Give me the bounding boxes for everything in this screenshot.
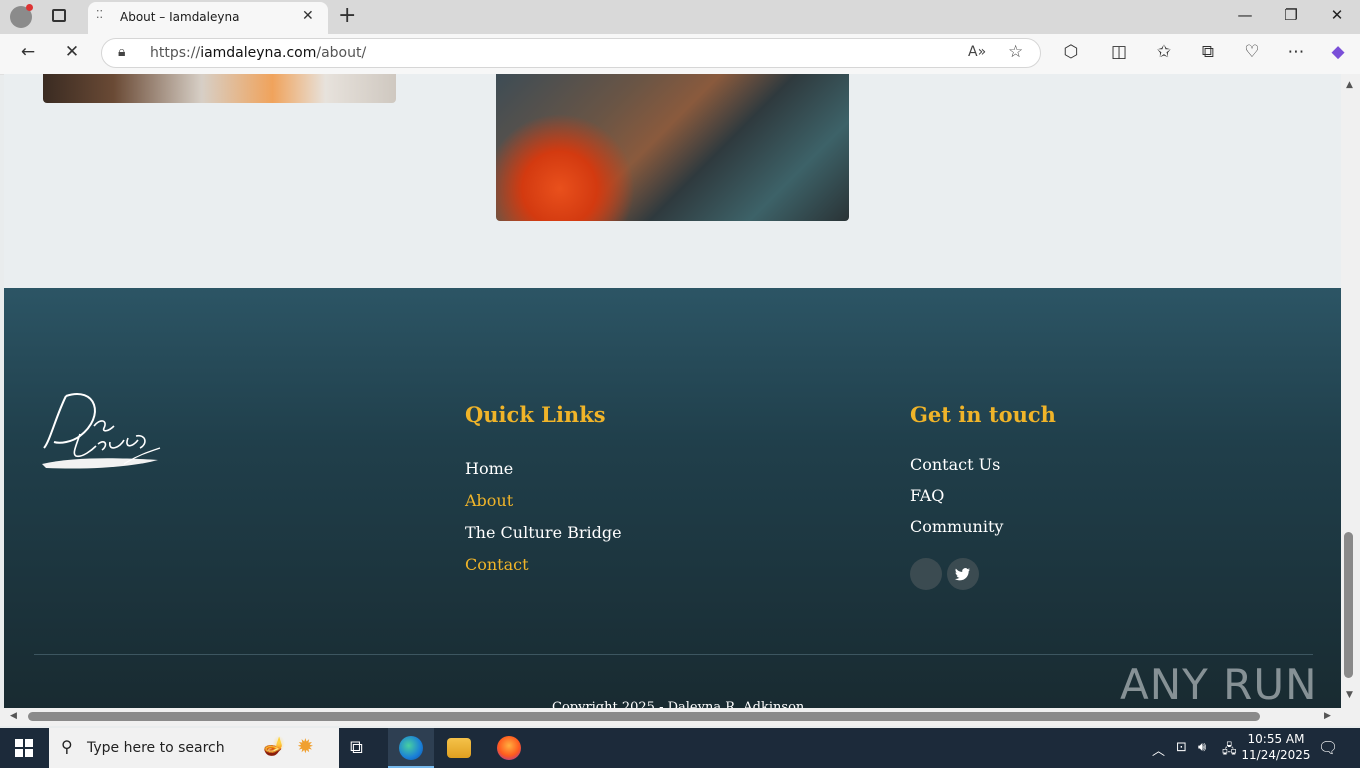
performance-icon[interactable]: ♡	[1240, 42, 1264, 62]
taskbar-edge[interactable]	[388, 728, 434, 768]
copilot-icon[interactable]: ◆	[1326, 42, 1350, 62]
close-icon[interactable]: ✕	[302, 8, 314, 24]
footer-link-about[interactable]: About	[465, 491, 513, 510]
page-viewport: Quick Links Home About The Culture Bridg…	[4, 74, 1341, 708]
taskbar-search[interactable]: ⚲ Type here to search 🪔 ✹	[49, 728, 339, 768]
search-highlight-icon: 🪔	[263, 736, 286, 757]
window-close-icon[interactable]: ✕	[1322, 6, 1352, 24]
active-tab[interactable]: ⁚⁚ About – Iamdaleyna ✕	[88, 2, 328, 34]
loading-icon: ⁚⁚	[96, 8, 103, 21]
notifications-icon[interactable]: 🗨︎	[1318, 738, 1338, 757]
search-highlight-icon: ✹	[297, 734, 314, 758]
volume-icon[interactable]: 🔊︎	[1198, 740, 1206, 755]
scrollbar-corner	[1341, 708, 1360, 726]
stop-icon[interactable]: ✕	[60, 42, 84, 62]
back-icon[interactable]: ←	[16, 42, 40, 62]
scroll-right-icon[interactable]: ▶	[1324, 711, 1331, 721]
social-icon[interactable]	[910, 558, 942, 590]
anyrun-watermark: ANY RUN	[1120, 660, 1318, 708]
search-icon: ⚲	[61, 737, 73, 756]
extensions-icon[interactable]: ⬡	[1059, 42, 1083, 62]
browser-toolbar: ← ✕ 🔒︎ https://iamdaleyna.com/about/ A» …	[0, 34, 1360, 75]
address-bar[interactable]: 🔒︎ https://iamdaleyna.com/about/ A» ☆	[101, 38, 1041, 68]
restore-icon[interactable]: ❐	[1276, 6, 1306, 24]
site-logo[interactable]	[36, 386, 166, 478]
favorite-icon[interactable]: ☆	[1008, 42, 1023, 62]
footer-link-contact-us[interactable]: Contact Us	[910, 455, 1000, 474]
footer-link-community[interactable]: Community	[910, 517, 1003, 536]
read-aloud-icon[interactable]: A»	[968, 44, 986, 60]
network-icon[interactable]: 🖧	[1222, 740, 1237, 762]
meet-now-icon[interactable]: ⊡	[1176, 740, 1187, 755]
split-screen-icon[interactable]: ◫	[1107, 42, 1131, 62]
tab-strip: ⁚⁚ About – Iamdaleyna ✕ + — ❐ ✕	[0, 0, 1360, 34]
twitter-button[interactable]	[947, 558, 979, 590]
horizontal-scroll-thumb[interactable]	[28, 712, 1260, 721]
lock-icon[interactable]: 🔒︎	[118, 44, 125, 60]
tab-actions-icon[interactable]	[52, 9, 66, 22]
minimize-icon[interactable]: —	[1230, 6, 1260, 24]
clock-date: 11/24/2025	[1241, 748, 1311, 762]
url-text[interactable]: https://iamdaleyna.com/about/	[150, 45, 366, 61]
edge-icon	[399, 736, 423, 760]
task-view-icon[interactable]: ⧉	[350, 737, 363, 758]
windows-taskbar: ⚲ Type here to search 🪔 ✹ ⧉ ︿ ⊡ 🔊︎ 🖧 10:…	[0, 728, 1360, 768]
scroll-up-icon[interactable]: ▲	[1346, 80, 1353, 90]
tab-title: About – Iamdaleyna	[120, 10, 240, 24]
scroll-left-icon[interactable]: ◀	[10, 711, 17, 721]
windows-icon[interactable]	[15, 739, 33, 757]
footer-link-home[interactable]: Home	[465, 459, 513, 478]
collections-icon[interactable]: ⧉	[1196, 42, 1220, 62]
footer-link-culture-bridge[interactable]: The Culture Bridge	[465, 523, 622, 542]
system-clock[interactable]: 10:55 AM 11/24/2025	[1240, 731, 1312, 763]
more-icon[interactable]: ⋯	[1284, 42, 1308, 62]
gallery-image	[43, 74, 396, 103]
get-in-touch-heading: Get in touch	[910, 402, 1056, 427]
vertical-scroll-thumb[interactable]	[1344, 532, 1353, 678]
site-footer: Quick Links Home About The Culture Bridg…	[4, 288, 1341, 708]
profile-avatar[interactable]	[10, 4, 33, 28]
firefox-icon[interactable]	[497, 736, 521, 760]
favorites-icon[interactable]: ✩	[1152, 42, 1176, 62]
footer-divider	[34, 654, 1313, 655]
file-explorer-icon[interactable]	[447, 738, 471, 758]
show-hidden-icons[interactable]: ︿	[1152, 740, 1165, 759]
gallery-image	[496, 74, 849, 221]
copyright-text: Copyright 2025 - Daleyna R. Adkinson	[552, 700, 805, 708]
footer-link-faq[interactable]: FAQ	[910, 486, 944, 505]
new-tab-icon[interactable]: +	[338, 3, 356, 28]
search-placeholder: Type here to search	[87, 740, 225, 756]
footer-link-contact[interactable]: Contact	[465, 555, 529, 574]
twitter-icon	[955, 568, 970, 581]
clock-time: 10:55 AM	[1247, 732, 1305, 746]
scroll-down-icon[interactable]: ▼	[1346, 690, 1353, 700]
quick-links-heading: Quick Links	[465, 402, 606, 427]
